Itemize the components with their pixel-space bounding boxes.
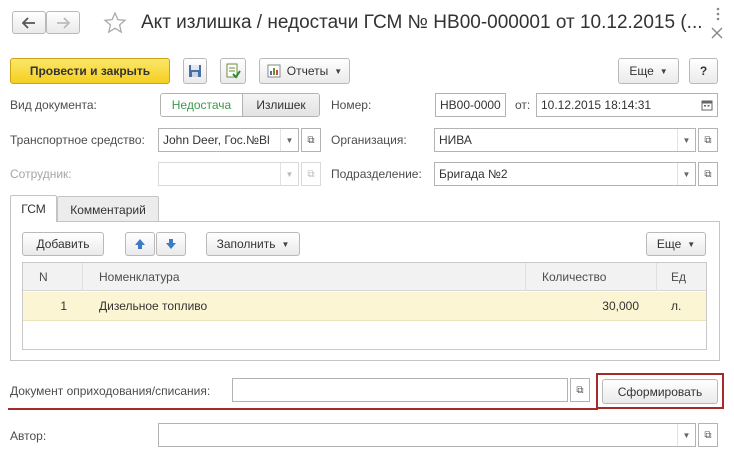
close-icon xyxy=(711,27,723,39)
number-field[interactable]: НВ00-0000 xyxy=(435,93,506,117)
add-row-button[interactable]: Добавить xyxy=(22,232,104,256)
column-header-qty[interactable]: Количество xyxy=(526,263,657,291)
linked-document-field[interactable] xyxy=(232,378,568,402)
division-field[interactable]: Бригада №2 ▼ xyxy=(434,162,696,186)
author-label: Автор: xyxy=(10,429,47,443)
window-title: Акт излишка / недостачи ГСМ № НВ00-00000… xyxy=(141,12,703,33)
table-more-button[interactable]: Еще ▼ xyxy=(646,232,706,256)
linked-document-label: Документ оприходования/списания: xyxy=(10,384,211,398)
table-header: N Номенклатура Количество Ед xyxy=(23,263,706,291)
save-button[interactable] xyxy=(183,58,207,84)
doc-type-label: Вид документа: xyxy=(10,98,97,112)
tab-fuel[interactable]: ГСМ xyxy=(10,195,57,222)
chevron-down-icon: ▼ xyxy=(281,239,290,249)
move-down-button[interactable] xyxy=(156,232,186,256)
cell-item: Дизельное топливо xyxy=(99,299,208,313)
author-field[interactable]: ▼ xyxy=(158,423,696,447)
fill-label: Заполнить xyxy=(216,237,276,251)
arrow-down-icon xyxy=(166,239,176,249)
more-options-button[interactable] xyxy=(712,6,724,22)
chevron-down-icon: ▼ xyxy=(659,66,668,76)
forward-button[interactable] xyxy=(46,11,80,34)
fuel-table: N Номенклатура Количество Ед 1 Дизельное… xyxy=(22,262,707,350)
arrow-left-icon xyxy=(22,16,35,29)
calendar-icon[interactable] xyxy=(701,99,713,111)
employee-open-button[interactable]: ⧉ xyxy=(301,162,321,186)
chevron-down-icon: ▼ xyxy=(334,66,343,76)
close-button[interactable] xyxy=(710,26,724,40)
floppy-disk-icon xyxy=(189,65,201,77)
generate-button[interactable]: Сформировать xyxy=(602,379,718,404)
chevron-down-icon[interactable]: ▼ xyxy=(677,129,695,151)
doc-type-shortage[interactable]: Недостача xyxy=(161,94,243,116)
post-and-close-button[interactable]: Провести и закрыть xyxy=(10,58,170,84)
move-up-button[interactable] xyxy=(125,232,155,256)
post-document-icon xyxy=(226,63,241,79)
vehicle-open-button[interactable]: ⧉ xyxy=(301,128,321,152)
chevron-down-icon: ▼ xyxy=(687,239,696,249)
open-link-icon: ⧉ xyxy=(704,429,712,441)
post-button[interactable] xyxy=(220,58,246,84)
division-open-button[interactable]: ⧉ xyxy=(698,162,718,186)
back-button[interactable] xyxy=(12,11,46,34)
column-header-n[interactable]: N xyxy=(23,263,83,291)
arrow-right-icon xyxy=(57,16,70,29)
division-label: Подразделение: xyxy=(331,167,422,181)
open-link-icon: ⧉ xyxy=(704,134,712,146)
doc-type-surplus[interactable]: Излишек xyxy=(243,94,319,116)
vehicle-label: Транспортное средство: xyxy=(10,133,145,147)
vertical-dots-icon xyxy=(716,7,720,21)
table-row[interactable]: 1 Дизельное топливо 30,000 л. xyxy=(23,292,706,321)
report-icon xyxy=(267,64,281,78)
doc-type-toggle: Недостача Излишек xyxy=(160,93,320,117)
employee-label: Сотрудник: xyxy=(10,167,72,181)
favorite-button[interactable] xyxy=(103,11,127,35)
open-link-icon: ⧉ xyxy=(576,384,584,396)
date-from-label: от: xyxy=(515,98,531,112)
chevron-down-icon[interactable]: ▼ xyxy=(677,163,695,185)
arrow-up-icon xyxy=(135,239,145,249)
reports-label: Отчеты xyxy=(286,64,329,78)
tab-comment[interactable]: Комментарий xyxy=(57,196,159,222)
cell-qty: 30,000 xyxy=(602,299,639,313)
reports-button[interactable]: Отчеты ▼ xyxy=(259,58,350,84)
open-link-icon: ⧉ xyxy=(704,168,712,180)
column-header-unit[interactable]: Ед xyxy=(657,263,706,291)
table-more-label: Еще xyxy=(656,237,682,251)
help-button[interactable]: ? xyxy=(689,58,718,84)
cell-n: 1 xyxy=(60,299,67,313)
more-label: Еще xyxy=(629,64,654,78)
chevron-down-icon[interactable]: ▼ xyxy=(280,163,298,185)
column-header-item[interactable]: Номенклатура xyxy=(83,263,526,291)
author-open-button[interactable]: ⧉ xyxy=(698,423,718,447)
vehicle-field[interactable]: John Deer, Гос.№Bl ▼ xyxy=(158,128,299,152)
organization-label: Организация: xyxy=(331,133,407,147)
chevron-down-icon[interactable]: ▼ xyxy=(280,129,298,151)
fill-button[interactable]: Заполнить ▼ xyxy=(206,232,300,256)
highlight-underline xyxy=(8,408,598,410)
number-label: Номер: xyxy=(331,98,372,112)
more-button[interactable]: Еще ▼ xyxy=(618,58,679,84)
star-icon xyxy=(103,11,127,34)
cell-unit: л. xyxy=(671,299,682,313)
organization-field[interactable]: НИВА ▼ xyxy=(434,128,696,152)
date-field[interactable]: 10.12.2015 18:14:31 xyxy=(536,93,718,117)
linked-document-open-button[interactable]: ⧉ xyxy=(570,378,590,402)
employee-field[interactable]: ▼ xyxy=(158,162,299,186)
open-link-icon: ⧉ xyxy=(307,168,315,180)
organization-open-button[interactable]: ⧉ xyxy=(698,128,718,152)
chevron-down-icon[interactable]: ▼ xyxy=(677,424,695,446)
open-link-icon: ⧉ xyxy=(307,134,315,146)
